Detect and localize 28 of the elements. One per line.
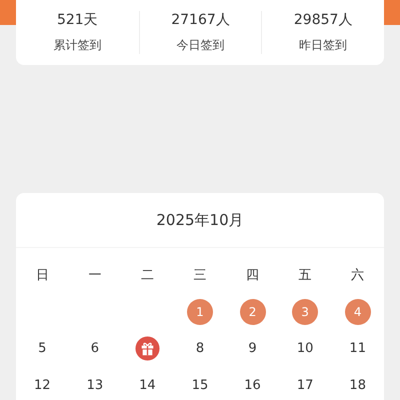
stat-label: 昨日签到 — [299, 37, 348, 54]
calendar-day[interactable]: 8 — [186, 336, 213, 362]
weekday-label: 三 — [193, 266, 206, 284]
stat-label: 累计签到 — [53, 37, 102, 54]
calendar-day[interactable]: 13 — [82, 372, 108, 398]
stat-value: 27167人 — [171, 11, 230, 29]
weekday-label: 日 — [36, 266, 49, 284]
weekday-label: 四 — [246, 266, 260, 284]
calendar-day[interactable]: 15 — [186, 372, 213, 398]
weekday-label: 五 — [298, 266, 312, 284]
calendar-day[interactable]: 18 — [344, 372, 371, 398]
gift-icon[interactable] — [134, 336, 160, 361]
calendar-day[interactable]: 9 — [240, 336, 266, 362]
calendar-day[interactable]: 11 — [344, 336, 371, 362]
stat-value: 521天 — [56, 11, 98, 29]
calendar-day[interactable]: 14 — [134, 372, 160, 398]
calendar-title: 2025年10月 — [16, 193, 384, 248]
calendar-day[interactable]: 10 — [292, 336, 318, 362]
calendar-day[interactable]: 17 — [292, 372, 318, 398]
calendar-day[interactable]: 6 — [82, 336, 108, 362]
weekday-label: 二 — [140, 266, 154, 284]
stat-label: 今日签到 — [176, 37, 224, 54]
calendar-day[interactable]: 5 — [29, 336, 56, 362]
weekday-label: 六 — [351, 266, 364, 284]
calendar-day[interactable]: 12 — [29, 372, 56, 398]
stat-value: 29857人 — [294, 11, 352, 29]
calendar-day[interactable]: 16 — [240, 372, 266, 398]
weekday-label: 一 — [88, 266, 102, 284]
